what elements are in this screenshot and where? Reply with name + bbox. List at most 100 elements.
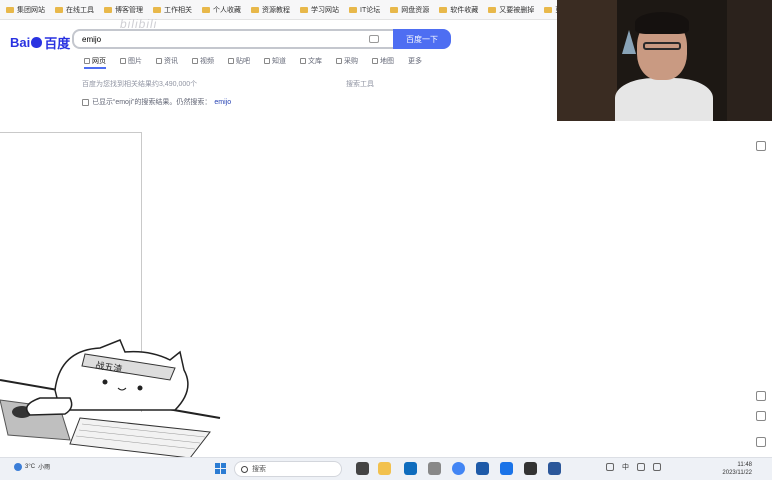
folder-icon xyxy=(104,6,112,13)
baidu-logo[interactable]: Bai 百度 xyxy=(10,33,70,52)
volume-icon[interactable] xyxy=(653,463,661,471)
webcam-overlay xyxy=(557,0,772,121)
result-count: 百度为您找到相关结果约3,490,000个 xyxy=(82,81,198,88)
search-button[interactable]: 百度一下 xyxy=(393,29,451,49)
folder-icon xyxy=(153,6,161,13)
bookmark-item[interactable]: 网盘资源 xyxy=(390,5,429,15)
taskbar-search[interactable]: 搜索 xyxy=(234,461,342,477)
camera-icon[interactable] xyxy=(369,35,379,43)
folder-icon xyxy=(488,6,497,13)
search-tools-link[interactable]: 搜索工具 xyxy=(346,79,374,89)
tab-label: 采购 xyxy=(344,58,358,65)
file-explorer-icon[interactable] xyxy=(378,462,391,475)
folder-icon xyxy=(202,6,210,13)
folder-icon xyxy=(300,6,308,13)
tab-label: 地图 xyxy=(380,58,394,65)
taskview-icon[interactable] xyxy=(356,462,369,475)
tab-images[interactable]: 图片 xyxy=(120,56,142,66)
tab-shopping[interactable]: 采购 xyxy=(336,56,358,66)
bookmark-item[interactable]: 又要被删掉 xyxy=(488,5,534,15)
right-sidebar xyxy=(752,121,772,457)
tab-news[interactable]: 资讯 xyxy=(156,56,178,66)
spelling-hint: 已显示“emoji”的搜索结果。仍然搜索： emijo xyxy=(82,97,231,107)
clock-time: 11:48 xyxy=(737,462,752,468)
person-body xyxy=(615,78,713,121)
weather-temp: 3°C xyxy=(25,463,36,470)
tab-tieba[interactable]: 贴吧 xyxy=(228,56,250,66)
bookmark-label: 个人收藏 xyxy=(213,6,241,14)
tieba-icon xyxy=(228,58,234,64)
tab-wenku[interactable]: 文库 xyxy=(300,56,322,66)
sidebar-icon[interactable] xyxy=(756,411,766,421)
settings-icon[interactable] xyxy=(756,437,766,447)
image-icon xyxy=(120,58,126,64)
weather-icon xyxy=(14,462,22,471)
word-icon[interactable] xyxy=(548,462,561,475)
network-icon[interactable] xyxy=(637,463,645,471)
sidebar-icon[interactable] xyxy=(756,391,766,401)
cart-icon xyxy=(336,58,342,64)
video-icon xyxy=(192,58,198,64)
tab-label: 视频 xyxy=(200,58,214,65)
bookmark-item[interactable]: 集团网站 xyxy=(6,5,45,15)
tab-web[interactable]: 网页 xyxy=(84,56,106,66)
bookmark-item[interactable]: 软件收藏 xyxy=(439,5,478,15)
taskbar-search-placeholder: 搜索 xyxy=(252,466,266,473)
info-icon xyxy=(82,98,89,106)
active-tab-indicator xyxy=(84,67,106,69)
map-icon xyxy=(372,58,378,64)
person-hair xyxy=(635,12,689,34)
app-icon[interactable] xyxy=(524,462,537,475)
bookmark-label: 资源教程 xyxy=(262,6,290,14)
search-icon xyxy=(84,58,90,64)
bookshelf xyxy=(557,0,617,121)
tab-label: 更多 xyxy=(408,58,422,65)
chrome-icon[interactable] xyxy=(452,462,465,475)
bookmark-item[interactable]: 工作相关 xyxy=(153,5,192,15)
weather-widget[interactable]: 3°C 小雨 xyxy=(14,462,50,471)
folder-icon xyxy=(251,6,259,13)
app-icon[interactable] xyxy=(428,462,441,475)
clock-date: 2023/11/22 xyxy=(722,470,752,476)
bookmark-item[interactable]: 在线工具 xyxy=(55,5,94,15)
bongo-cat-mascot: 战五渣 xyxy=(0,339,221,459)
news-icon xyxy=(156,58,162,64)
tab-label: 网页 xyxy=(92,58,106,65)
folder-icon xyxy=(439,6,448,13)
search-tabs: 网页 图片 资讯 视频 贴吧 知道 文库 采购 地图 更多 xyxy=(84,56,422,66)
tab-more[interactable]: 更多 xyxy=(408,56,422,66)
bookmark-item[interactable]: 资源教程 xyxy=(251,5,290,15)
lamp xyxy=(622,30,636,54)
clock[interactable]: 11:48 2023/11/22 xyxy=(716,461,752,477)
bookmark-item[interactable]: IT论坛 xyxy=(349,5,380,15)
tab-zhidao[interactable]: 知道 xyxy=(264,56,286,66)
bookmark-item[interactable]: 学习网站 xyxy=(300,5,339,15)
tab-map[interactable]: 地图 xyxy=(372,56,394,66)
folder-icon xyxy=(6,6,14,13)
windows-start-icon[interactable] xyxy=(215,463,226,474)
tab-label: 贴吧 xyxy=(236,58,250,65)
app-icon[interactable] xyxy=(500,462,513,475)
sidebar-icon[interactable] xyxy=(756,141,766,151)
bookmark-item[interactable]: 个人收藏 xyxy=(202,5,241,15)
logo-text: Bai xyxy=(10,35,31,50)
edge-icon[interactable] xyxy=(404,462,417,475)
original-query-link[interactable]: emijo xyxy=(214,99,231,106)
bookmark-label: 工作相关 xyxy=(164,6,192,14)
app-icon[interactable] xyxy=(476,462,489,475)
chevron-up-icon[interactable] xyxy=(606,463,614,471)
bookshelf xyxy=(727,0,772,121)
folder-icon xyxy=(390,6,399,13)
tab-label: 知道 xyxy=(272,58,286,65)
document-icon xyxy=(300,58,306,64)
screen: 集团网站 在线工具 博客管理 工作相关 个人收藏 资源教程 学习网站 IT论坛 … xyxy=(0,0,772,480)
bookmark-label: 网盘资源 xyxy=(401,6,430,14)
bookmark-label: 集团网站 xyxy=(17,6,45,14)
bookmark-item[interactable]: 博客管理 xyxy=(104,5,143,15)
tab-video[interactable]: 视频 xyxy=(192,56,214,66)
tab-label: 资讯 xyxy=(164,58,178,65)
taskbar: 3°C 小雨 搜索 中 11:48 2023/11/22 xyxy=(0,457,772,480)
search-input[interactable] xyxy=(82,34,394,44)
input-language[interactable]: 中 xyxy=(622,462,629,472)
tab-label: 文库 xyxy=(308,58,322,65)
